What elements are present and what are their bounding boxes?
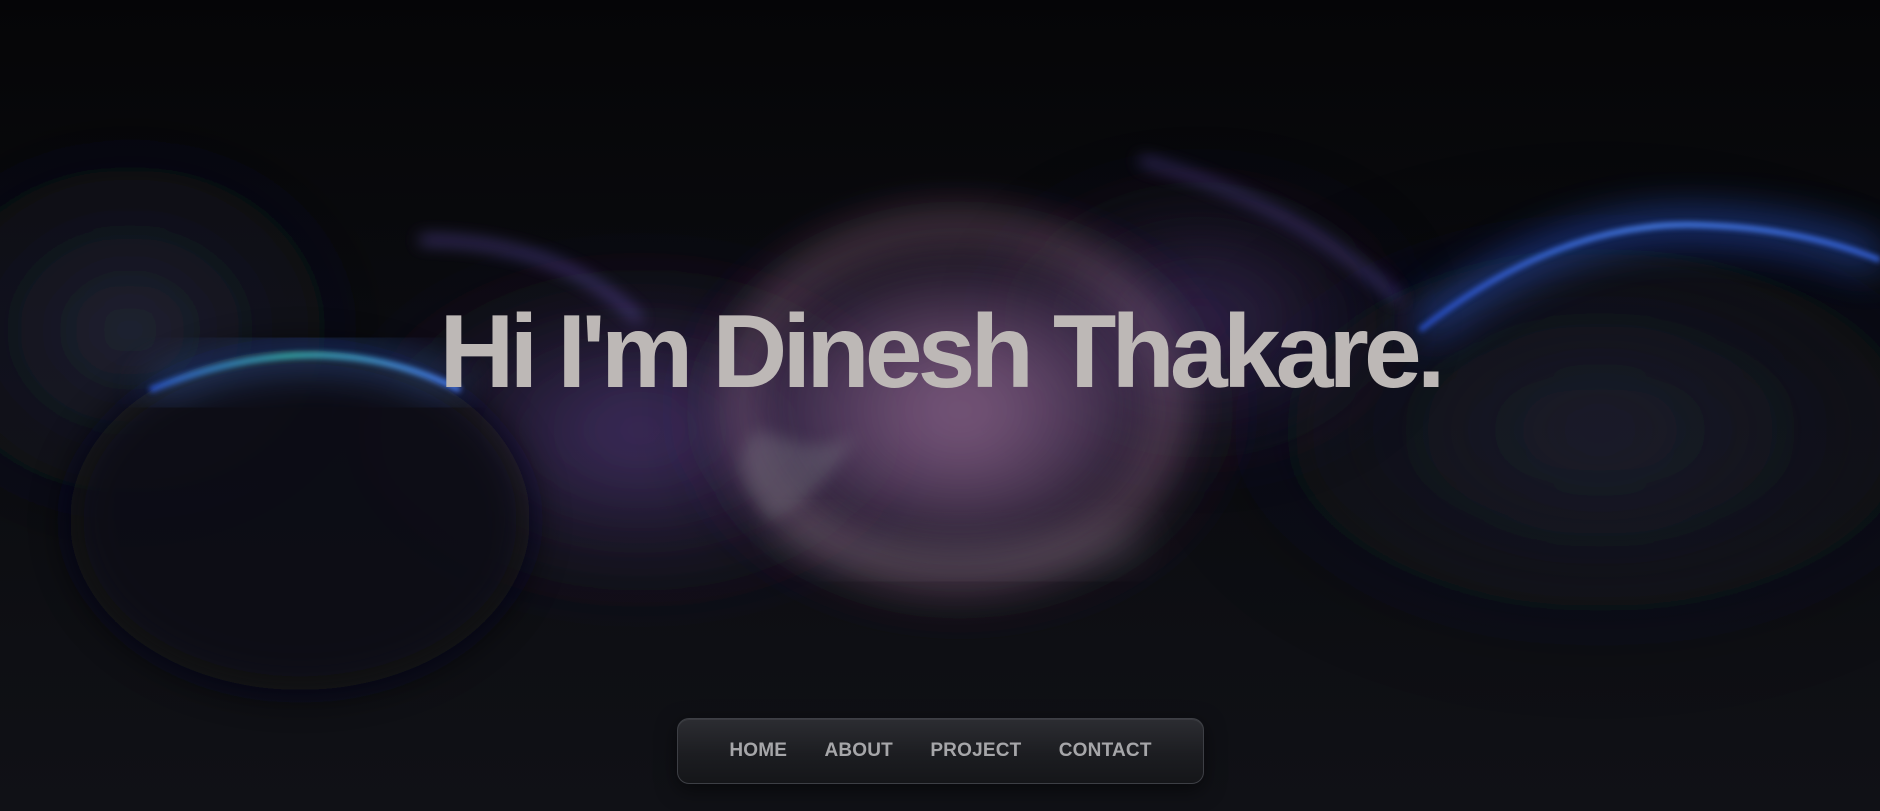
nav-link-home[interactable]: HOME <box>729 740 787 762</box>
main-nav: HOME ABOUT PROJECT CONTACT <box>677 718 1204 784</box>
nav-link-contact[interactable]: CONTACT <box>1059 740 1152 762</box>
nav-link-about[interactable]: ABOUT <box>824 740 893 762</box>
hero-title: Hi I'm Dinesh Thakare. <box>439 294 1445 410</box>
nav-link-project[interactable]: PROJECT <box>930 740 1021 762</box>
hero-section: Hi I'm Dinesh Thakare. HOME ABOUT PROJEC… <box>0 0 1880 811</box>
